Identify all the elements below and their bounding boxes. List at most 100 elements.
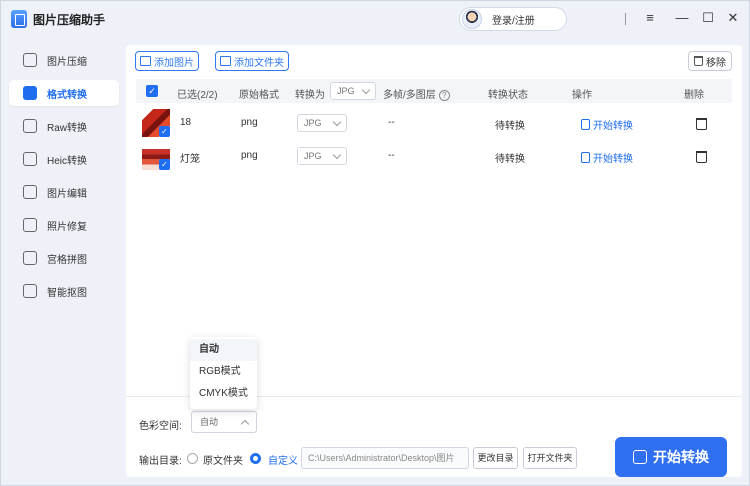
sidebar-item-heic-convert[interactable]: Heic转换 (9, 146, 119, 172)
output-path-input[interactable]: C:\Users\Administrator\Desktop\图片 (301, 447, 469, 469)
remove-button[interactable]: 移除 (688, 51, 732, 71)
minimize-icon[interactable]: — (673, 9, 691, 27)
custom-folder-label: 自定义 (268, 456, 298, 467)
output-dir-label: 输出目录: (139, 456, 182, 467)
sidebar-item-label: Heic转换 (47, 155, 88, 167)
sidebar-item-smart-cutout[interactable]: 智能抠图 (9, 278, 119, 304)
convert-icon (581, 152, 590, 163)
login-button[interactable]: 登录/注册 (459, 7, 567, 31)
sidebar-item-grid-collage[interactable]: 宫格拼图 (9, 245, 119, 271)
file-name: 18 (180, 117, 192, 128)
header-multi-frame-label: 多帧/多图层 (383, 90, 436, 101)
login-label: 登录/注册 (492, 15, 535, 27)
sidebar-item-photo-repair[interactable]: 照片修复 (9, 212, 119, 238)
sidebar-item-label: 照片修复 (47, 221, 87, 233)
add-folder-label: 添加文件夹 (234, 57, 284, 69)
convert-to-all-value: JPG (337, 86, 355, 96)
app-logo-icon (11, 10, 27, 28)
smart-cutout-icon (23, 284, 37, 298)
help-icon[interactable]: ? (438, 90, 450, 101)
radio-custom-folder[interactable] (250, 453, 261, 464)
select-all-checkbox[interactable]: ✓ (146, 85, 158, 97)
target-format-select[interactable]: JPG (297, 147, 347, 165)
start-convert-label: 开始转换 (593, 154, 633, 165)
target-format-value: JPG (304, 118, 322, 128)
multi-frame-value: -- (388, 117, 395, 128)
raw-convert-icon (23, 119, 37, 133)
remove-label: 移除 (706, 57, 726, 69)
title-bar: 图片压缩助手 登录/注册 ≡ — ☐ ✕ (1, 1, 749, 37)
start-convert-link[interactable]: 开始转换 (581, 150, 633, 165)
row-checkbox[interactable]: ✓ (159, 126, 170, 137)
sidebar: 图片压缩 格式转换 Raw转换 Heic转换 图片编辑 照片修复 宫格拼图 智能… (1, 37, 125, 485)
sidebar-item-image-edit[interactable]: 图片编辑 (9, 179, 119, 205)
chevron-down-icon (332, 117, 342, 127)
thumbnail: ✓ (142, 142, 170, 170)
image-compress-icon (23, 53, 37, 67)
target-format-value: JPG (304, 151, 322, 161)
add-folder-icon (220, 56, 231, 66)
dropdown-option-auto[interactable]: 自动 (190, 339, 257, 361)
image-edit-icon (23, 185, 37, 199)
add-image-button[interactable]: 添加图片 (135, 51, 199, 71)
color-space-select[interactable]: 自动 (191, 411, 257, 433)
table-row[interactable]: ✓ 18 png JPG -- 待转换 开始转换 (136, 107, 732, 140)
header-action: 操作 (572, 90, 592, 101)
app-title: 图片压缩助手 (33, 13, 106, 27)
chevron-up-icon (240, 419, 250, 429)
sidebar-item-label: 格式转换 (47, 89, 87, 101)
original-folder-label: 原文件夹 (203, 456, 243, 467)
sidebar-item-label: Raw转换 (47, 122, 88, 134)
open-folder-button[interactable]: 打开文件夹 (523, 447, 577, 469)
trash-icon (694, 56, 703, 66)
sidebar-item-raw-convert[interactable]: Raw转换 (9, 113, 119, 139)
close-icon[interactable]: ✕ (724, 9, 742, 27)
delete-icon[interactable] (696, 118, 707, 130)
header-selected: 已选(2/2) (177, 90, 218, 101)
table-header: ✓ 已选(2/2) 原始格式 转换为 JPG 多帧/多图层? 转换状态 操作 删… (136, 79, 732, 103)
color-space-label: 色彩空间: (139, 421, 182, 432)
start-convert-button-label: 开始转换 (653, 449, 709, 465)
grid-collage-icon (23, 251, 37, 265)
start-convert-button[interactable]: 开始转换 (615, 437, 727, 477)
convert-icon (633, 450, 647, 464)
header-original-format: 原始格式 (239, 90, 279, 101)
title-divider (625, 13, 626, 25)
dropdown-option-cmyk[interactable]: CMYK模式 (190, 383, 257, 405)
delete-icon[interactable] (696, 151, 707, 163)
thumbnail: ✓ (142, 109, 170, 137)
start-convert-link[interactable]: 开始转换 (581, 117, 633, 132)
menu-icon[interactable]: ≡ (641, 9, 659, 27)
file-name: 灯笼 (180, 154, 200, 165)
target-format-select[interactable]: JPG (297, 114, 347, 132)
avatar (462, 9, 482, 29)
convert-icon (581, 119, 590, 130)
status-text: 待转换 (495, 121, 525, 132)
add-image-label: 添加图片 (154, 57, 194, 69)
sidebar-item-image-compress[interactable]: 图片压缩 (9, 47, 119, 73)
photo-repair-icon (23, 218, 37, 232)
change-dir-button[interactable]: 更改目录 (473, 447, 518, 469)
dropdown-option-rgb[interactable]: RGB模式 (190, 361, 257, 383)
sidebar-item-format-convert[interactable]: 格式转换 (9, 80, 119, 106)
header-convert-to: 转换为 (295, 90, 325, 101)
header-multi-frame: 多帧/多图层? (383, 86, 450, 101)
sidebar-item-label: 宫格拼图 (47, 254, 87, 266)
maximize-icon[interactable]: ☐ (699, 9, 717, 27)
sidebar-item-label: 图片压缩 (47, 56, 87, 68)
chevron-down-icon (361, 85, 371, 95)
convert-to-all-select[interactable]: JPG (330, 82, 376, 100)
row-checkbox[interactable]: ✓ (159, 159, 170, 170)
color-space-value: 自动 (200, 417, 219, 427)
header-delete: 删除 (684, 90, 704, 101)
start-convert-label: 开始转换 (593, 121, 633, 132)
app-window: 图片压缩助手 登录/注册 ≡ — ☐ ✕ 图片压缩 格式转换 Raw转换 Hei… (0, 0, 750, 486)
original-format: png (241, 117, 258, 128)
original-format: png (241, 150, 258, 161)
radio-original-folder[interactable] (187, 453, 198, 464)
heic-convert-icon (23, 152, 37, 166)
sidebar-item-label: 智能抠图 (47, 287, 87, 299)
table-row[interactable]: ✓ 灯笼 png JPG -- 待转换 开始转换 (136, 140, 732, 173)
add-image-icon (140, 56, 151, 66)
add-folder-button[interactable]: 添加文件夹 (215, 51, 289, 71)
